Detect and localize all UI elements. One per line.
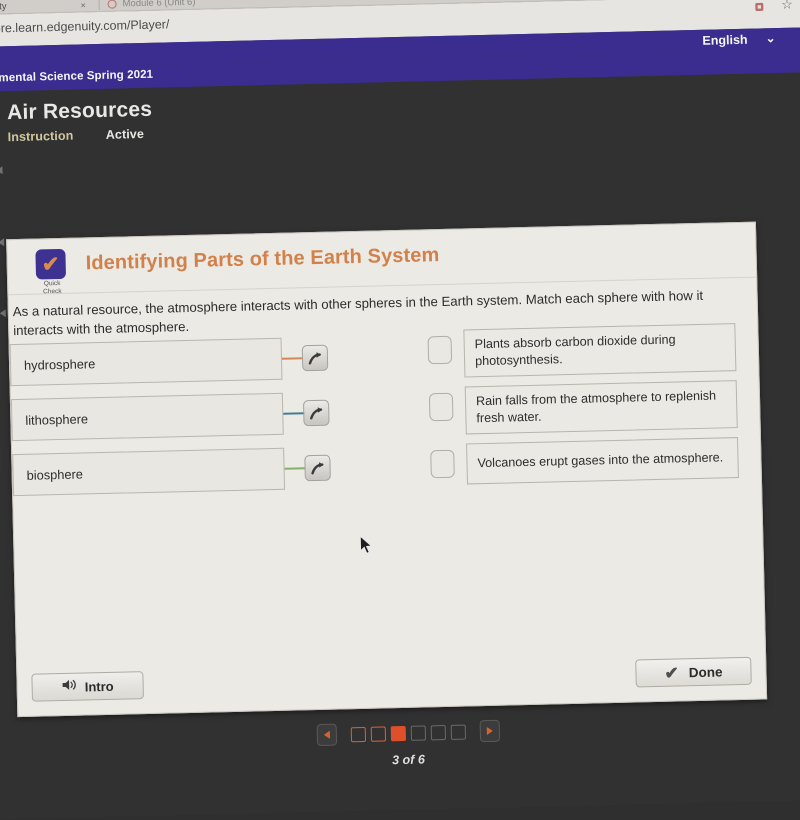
speaker-icon <box>61 677 77 696</box>
arrow-up-right-icon[interactable] <box>302 345 329 372</box>
chevron-down-icon[interactable]: ⌄ <box>765 31 775 45</box>
pagination-next-button[interactable] <box>479 720 500 742</box>
match-right-column: Plants absorb carbon dioxide during phot… <box>427 323 751 494</box>
drop-target-1[interactable] <box>428 336 453 365</box>
bookmark-star-icon[interactable]: ☆ <box>781 0 793 13</box>
tab-active[interactable]: Active <box>106 127 144 142</box>
pagination-step-4[interactable] <box>410 725 425 740</box>
pagination-step-2[interactable] <box>370 726 385 741</box>
screen-photograph: dentity × Module 6 (Unit 6) 6.core.learn… <box>0 0 800 820</box>
answer-option-text: Plants absorb carbon dioxide during phot… <box>475 330 727 370</box>
done-button[interactable]: ✔ Done <box>635 657 752 688</box>
done-button-label: Done <box>689 664 723 680</box>
check-icon: ✔ <box>664 664 679 681</box>
answer-option-3[interactable]: Volcanoes erupt gases into the atmospher… <box>466 437 739 484</box>
match-target-row: Volcanoes erupt gases into the atmospher… <box>430 437 751 486</box>
pagination-step-5[interactable] <box>430 725 445 740</box>
pagination-step-3[interactable] <box>390 725 405 740</box>
connector-line-biosphere <box>285 467 307 470</box>
browser-tab-2-title: Module 6 (Unit 6) <box>122 0 195 9</box>
rail-marker-icon <box>0 238 4 246</box>
tab-separator <box>98 0 99 10</box>
intro-button[interactable]: Intro <box>31 671 144 702</box>
pagination-prev-button[interactable] <box>316 724 337 746</box>
extension-icon[interactable] <box>754 0 765 11</box>
match-target-row: Plants absorb carbon dioxide during phot… <box>427 323 748 379</box>
course-name: ironmental Science Spring 2021 <box>0 69 153 85</box>
triangle-right-icon <box>486 727 492 735</box>
browser-tab-2-favicon-icon <box>107 0 116 9</box>
arrow-up-right-icon[interactable] <box>304 455 331 482</box>
match-source-label: biosphere <box>13 466 83 483</box>
check-icon: ✔ <box>42 253 60 274</box>
match-source-lithosphere[interactable]: lithosphere <box>11 393 284 441</box>
match-target-row: Rain falls from the atmosphere to replen… <box>429 380 750 436</box>
intro-button-label: Intro <box>85 678 114 694</box>
language-selector-label[interactable]: English <box>702 33 747 48</box>
arrow-up-right-icon[interactable] <box>303 400 330 427</box>
lesson-body: Air Resources Instruction Active ✔ Quick… <box>0 72 800 819</box>
mouse-pointer-icon <box>359 535 375 561</box>
rail-marker-icon <box>0 166 3 174</box>
pagination-row <box>316 720 499 746</box>
triangle-left-icon <box>323 731 329 739</box>
pagination: 3 of 6 <box>0 712 800 776</box>
browser-tab-1[interactable]: dentity <box>0 0 27 15</box>
tab-instruction[interactable]: Instruction <box>8 129 74 145</box>
answer-option-text: Volcanoes erupt gases into the atmospher… <box>477 449 723 472</box>
activity-card: ✔ Quick Check Identifying Parts of the E… <box>6 222 767 718</box>
connector-line-hydrosphere <box>282 357 304 360</box>
connector-line-lithosphere <box>283 412 305 415</box>
url-text: 6.core.learn.edgenuity.com/Player/ <box>0 17 169 36</box>
match-source-biosphere[interactable]: biosphere <box>12 448 285 496</box>
pagination-step-6[interactable] <box>450 724 465 739</box>
match-source-label: lithosphere <box>12 411 88 428</box>
lesson-tab-bar: Instruction Active <box>7 124 172 146</box>
pagination-step-1[interactable] <box>350 726 365 741</box>
match-source-hydrosphere[interactable]: hydrosphere <box>10 338 283 386</box>
match-left-column: hydrosphere lithosphere <box>10 337 322 509</box>
page-title: Air Resources <box>7 98 153 125</box>
answer-option-text: Rain falls from the atmosphere to replen… <box>476 387 728 427</box>
browser-tab-1-title: dentity <box>0 1 7 13</box>
browser-tab-1-close-icon[interactable]: × <box>80 0 86 12</box>
match-source-label: hydrosphere <box>11 356 95 373</box>
answer-option-2[interactable]: Rain falls from the atmosphere to replen… <box>465 380 738 434</box>
drop-target-2[interactable] <box>429 393 454 422</box>
quick-check-badge: ✔ <box>35 249 66 280</box>
pagination-status: 3 of 6 <box>392 753 425 768</box>
answer-option-1[interactable]: Plants absorb carbon dioxide during phot… <box>463 323 736 377</box>
rail-marker-icon <box>0 309 6 317</box>
activity-title: Identifying Parts of the Earth System <box>85 244 439 275</box>
drop-target-3[interactable] <box>430 450 455 479</box>
